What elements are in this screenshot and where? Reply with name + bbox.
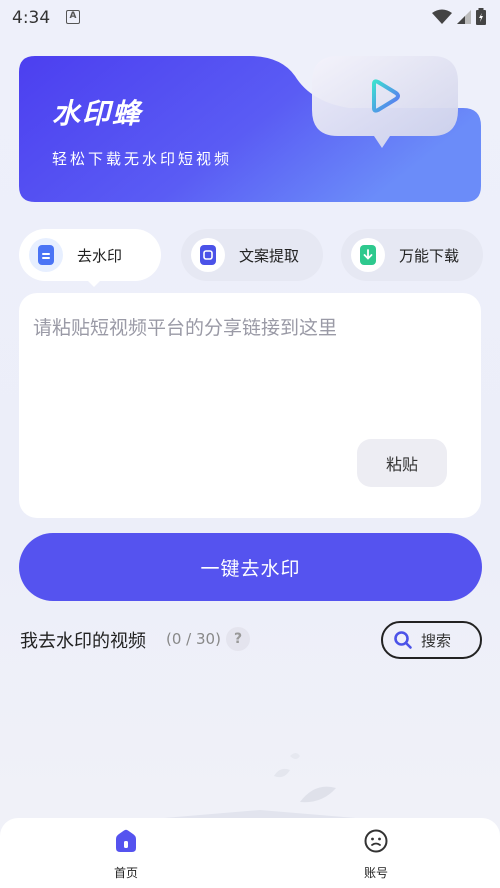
active-tab-pointer [86,279,102,287]
bottom-navigation: 首页 账号 [0,818,500,888]
download-icon [351,238,385,272]
account-icon [364,829,388,853]
status-indicators [432,8,486,25]
nav-label: 首页 [113,866,138,880]
search-label: 搜索 [421,631,452,650]
history-count: (0 / 30) [166,630,221,648]
notification-app-icon: A [66,10,80,24]
tab-universal-download[interactable]: 万能下载 [341,229,483,281]
text-scan-icon [191,238,225,272]
remove-watermark-button[interactable]: 一键去水印 [19,533,482,601]
share-link-input[interactable] [33,313,463,433]
tab-extract-text[interactable]: 文案提取 [181,229,323,281]
nav-label: 账号 [363,866,388,880]
nav-account[interactable]: 账号 [336,828,416,881]
wifi-icon [432,9,452,24]
tab-label: 万能下载 [399,246,460,265]
banner-title: 水印蜂 [52,97,143,130]
document-icon [29,238,63,272]
paste-button[interactable]: 粘贴 [357,439,447,487]
link-input-card: 粘贴 [19,293,481,518]
tab-label: 去水印 [77,246,123,265]
help-icon[interactable]: ? [226,627,250,651]
empty-state-illustration [140,753,380,820]
status-time: 4:34 [12,8,51,28]
battery-icon [476,8,486,25]
search-button[interactable]: 搜索 [381,621,482,659]
status-bar: 4:34 A [0,0,500,36]
history-title: 我去水印的视频 [20,631,146,652]
play-bubble-icon [312,56,458,148]
signal-icon [457,9,471,24]
tab-label: 文案提取 [239,246,300,265]
search-icon [394,631,412,649]
tab-remove-watermark[interactable]: 去水印 [19,229,161,281]
home-icon [116,829,136,852]
nav-home[interactable]: 首页 [86,828,166,881]
banner-subtitle: 轻松下载无水印短视频 [52,150,233,168]
